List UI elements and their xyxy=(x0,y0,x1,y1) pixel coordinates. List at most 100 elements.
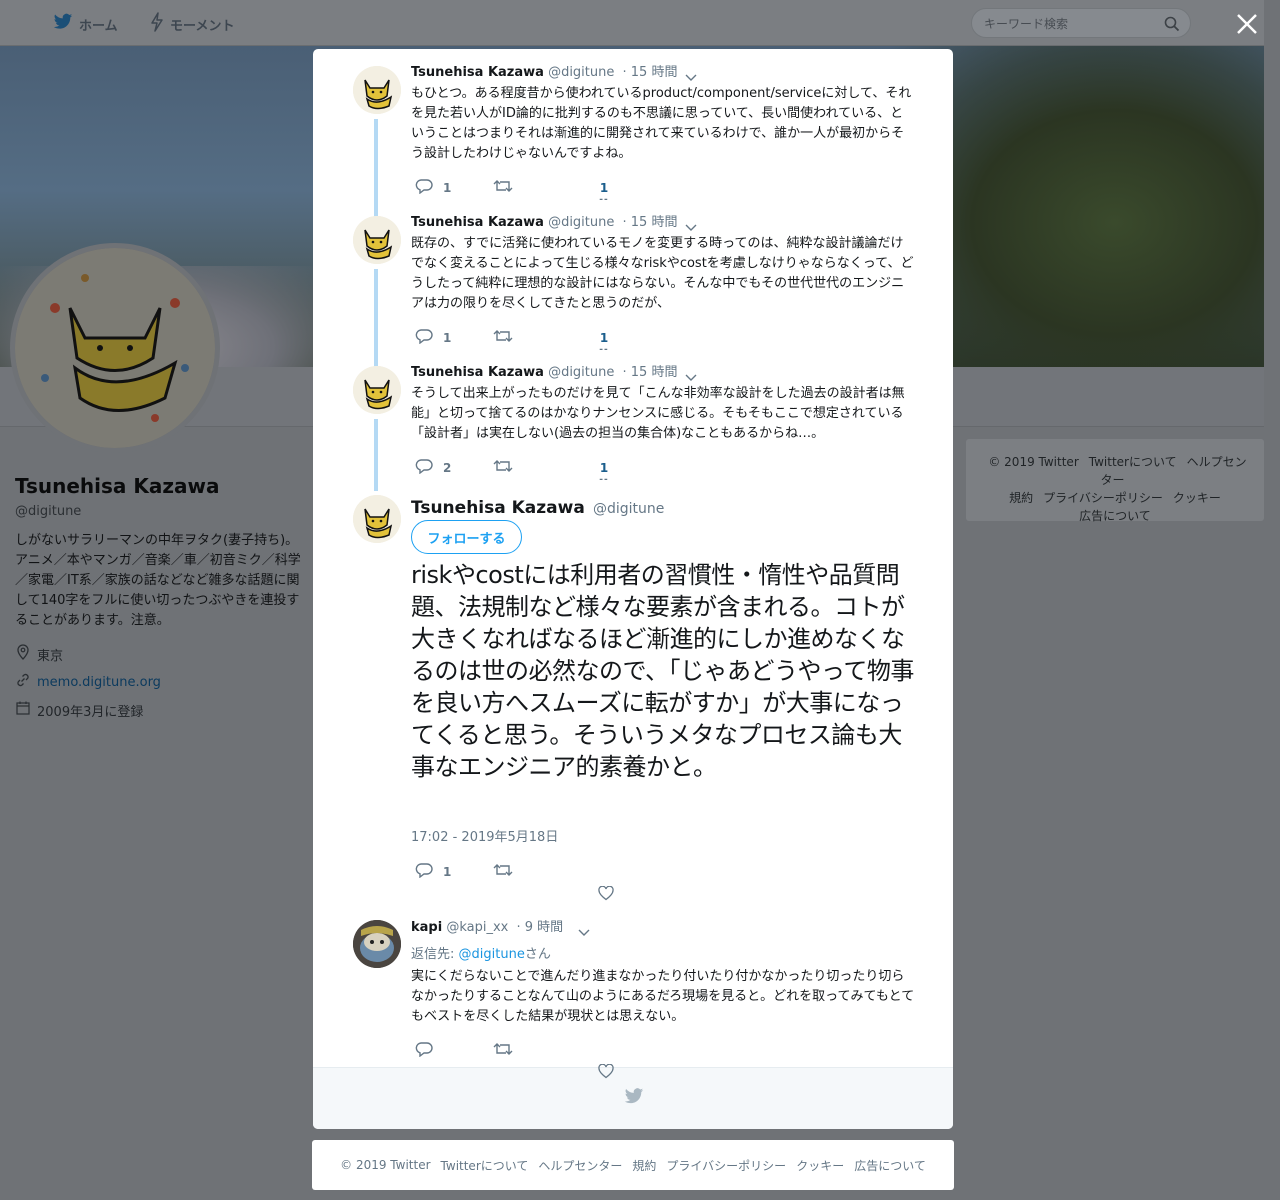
reply-icon xyxy=(415,178,433,197)
reply-count: 2 xyxy=(443,460,452,475)
tweet-timestamp[interactable]: · 15 時間 xyxy=(623,215,678,230)
nav-moments-label: モーメント xyxy=(170,18,235,34)
reply-actions xyxy=(411,1041,671,1061)
tweet-author-name[interactable]: Tsunehisa Kazawa xyxy=(411,365,544,380)
reply-icon xyxy=(415,862,433,881)
like-divider: -- xyxy=(599,475,609,485)
tweet-author-handle[interactable]: @digitune xyxy=(548,365,614,380)
like-action[interactable]: 1 -- xyxy=(594,461,614,485)
tweet-author-name[interactable]: Tsunehisa Kazawa xyxy=(411,65,544,80)
main-tweet-date: 17:02 - 2019年5月18日 xyxy=(411,830,559,845)
heart-icon[interactable] xyxy=(598,1063,614,1083)
chevron-down-icon[interactable] xyxy=(576,924,592,940)
heart-icon[interactable] xyxy=(598,885,614,905)
nav-home-label: ホーム xyxy=(79,18,118,34)
retweet-action[interactable] xyxy=(493,862,513,881)
footer-ads[interactable]: 広告について xyxy=(854,1157,926,1174)
like-action[interactable]: 1 -- xyxy=(594,331,614,355)
like-count: 1 xyxy=(599,461,609,475)
reply-to-link[interactable]: @digitune xyxy=(459,947,525,962)
reply-timestamp[interactable]: · 9 時間 xyxy=(517,920,564,935)
tweet-actions: 1 xyxy=(411,178,671,198)
sidebar-footer: © 2019 Twitter Twitterについて ヘルプセンター 規約 プライバシ… xyxy=(966,439,1264,523)
retweet-action[interactable] xyxy=(493,328,513,347)
chevron-down-icon[interactable] xyxy=(683,219,699,235)
sidebar-footer-cookies[interactable]: クッキー xyxy=(1173,491,1221,505)
profile-joined-text: 2009年3月に登録 xyxy=(37,704,144,720)
reply-action[interactable] xyxy=(415,1041,433,1060)
tweet-avatar[interactable] xyxy=(353,366,401,414)
nav-moments[interactable]: モーメント xyxy=(150,12,235,36)
tweet-author-handle[interactable]: @digitune xyxy=(548,65,614,80)
reply-action[interactable]: 1 xyxy=(415,862,451,881)
footer-terms[interactable]: 規約 xyxy=(632,1157,656,1174)
footer-cookies[interactable]: クッキー xyxy=(796,1157,844,1174)
footer-help[interactable]: ヘルプセンター xyxy=(538,1157,622,1174)
chevron-down-icon[interactable] xyxy=(683,369,699,385)
reply-count: 1 xyxy=(443,180,452,195)
tweet-author-handle[interactable]: @digitune xyxy=(548,215,614,230)
sidebar-footer-copyright: © 2019 Twitter xyxy=(988,455,1079,469)
tweet-timestamp[interactable]: · 15 時間 xyxy=(623,65,678,80)
tweet-timestamp[interactable]: · 15 時間 xyxy=(623,365,678,380)
close-icon[interactable] xyxy=(1233,10,1261,38)
reply-author-handle[interactable]: @kapi_xx xyxy=(446,920,508,935)
footer-privacy[interactable]: プライバシーポリシー xyxy=(666,1157,786,1174)
profile-url: memo.digitune.org xyxy=(15,673,305,691)
reply-icon xyxy=(415,328,433,347)
tweet-author-name[interactable]: Tsunehisa Kazawa xyxy=(411,215,544,230)
tweet-avatar[interactable] xyxy=(353,66,401,114)
profile-name[interactable]: Tsunehisa Kazawa xyxy=(15,474,305,498)
sidebar-footer-privacy[interactable]: プライバシーポリシー xyxy=(1043,491,1163,505)
retweet-icon xyxy=(493,1041,513,1060)
like-count: 1 xyxy=(599,331,609,345)
reply-text: 実にくだらないことで進んだり進まなかったり付いたり付かなかったり切ったり切らなか… xyxy=(411,969,915,1024)
footer-about[interactable]: Twitterについて xyxy=(441,1157,529,1174)
chevron-down-icon[interactable] xyxy=(683,69,699,85)
profile-avatar[interactable] xyxy=(10,243,220,453)
retweet-icon xyxy=(493,328,513,347)
search-input[interactable] xyxy=(984,15,1154,33)
reply-action[interactable]: 1 xyxy=(415,328,451,347)
reply-avatar[interactable] xyxy=(353,920,401,968)
profile-card: Tsunehisa Kazawa @digitune しがないサラリーマンの中年… xyxy=(15,474,305,720)
reply-action[interactable]: 2 xyxy=(415,458,451,477)
reply-count: 1 xyxy=(443,864,452,879)
main-tweet-author-handle[interactable]: @digitune xyxy=(593,501,664,517)
retweet-action[interactable] xyxy=(493,458,513,477)
main-tweet-text: riskやcostには利用者の習慣性・惰性や品質問題、法規制など様々な要素が含ま… xyxy=(411,561,914,781)
sidebar-footer-ads[interactable]: 広告について xyxy=(1079,509,1151,523)
profile-url-link[interactable]: memo.digitune.org xyxy=(37,675,161,690)
profile-handle[interactable]: @digitune xyxy=(15,504,305,519)
follow-button[interactable]: フォローする xyxy=(411,520,522,554)
reply-to-line: 返信先: @digituneさん xyxy=(411,943,551,962)
reply-header: kapi @kapi_xx · 9 時間 xyxy=(411,919,563,937)
tweet-text: 既存の、すでに活発に使われているモノを変更する時ってのは、純粋な設計議論だけでな… xyxy=(411,236,914,311)
sidebar-footer-terms[interactable]: 規約 xyxy=(1009,491,1033,505)
like-action[interactable]: 1 -- xyxy=(594,181,614,205)
lightning-icon xyxy=(150,12,164,36)
tweet-text: もひとつ。ある程度昔から使われているproduct/component/serv… xyxy=(411,86,912,161)
nav-home[interactable]: ホーム xyxy=(53,13,118,35)
thread-connector xyxy=(374,269,378,369)
reply-author-name[interactable]: kapi xyxy=(411,920,442,935)
retweet-action[interactable] xyxy=(493,178,513,197)
tweet-avatar[interactable] xyxy=(353,216,401,264)
search-icon[interactable] xyxy=(1164,16,1180,36)
retweet-action[interactable] xyxy=(493,1041,513,1060)
reply-action[interactable]: 1 xyxy=(415,178,451,197)
tweet-actions: 1 xyxy=(411,328,671,348)
footer-copyright: © 2019 Twitter xyxy=(340,1158,431,1172)
profile-location: 東京 xyxy=(15,644,305,664)
modal-footer xyxy=(313,1067,953,1129)
tweet-header: Tsunehisa Kazawa @digitune · 15 時間 xyxy=(411,214,677,232)
search-box[interactable] xyxy=(971,8,1191,38)
like-divider: -- xyxy=(599,195,609,205)
twitter-bird-icon xyxy=(53,13,73,35)
main-tweet-author-name[interactable]: Tsunehisa Kazawa xyxy=(411,498,585,518)
sidebar-footer-about[interactable]: Twitterについて xyxy=(1089,455,1177,469)
tweet-avatar[interactable] xyxy=(353,495,401,543)
calendar-icon xyxy=(15,700,33,720)
twitter-bird-icon xyxy=(624,1088,644,1109)
like-count: 1 xyxy=(599,181,609,195)
